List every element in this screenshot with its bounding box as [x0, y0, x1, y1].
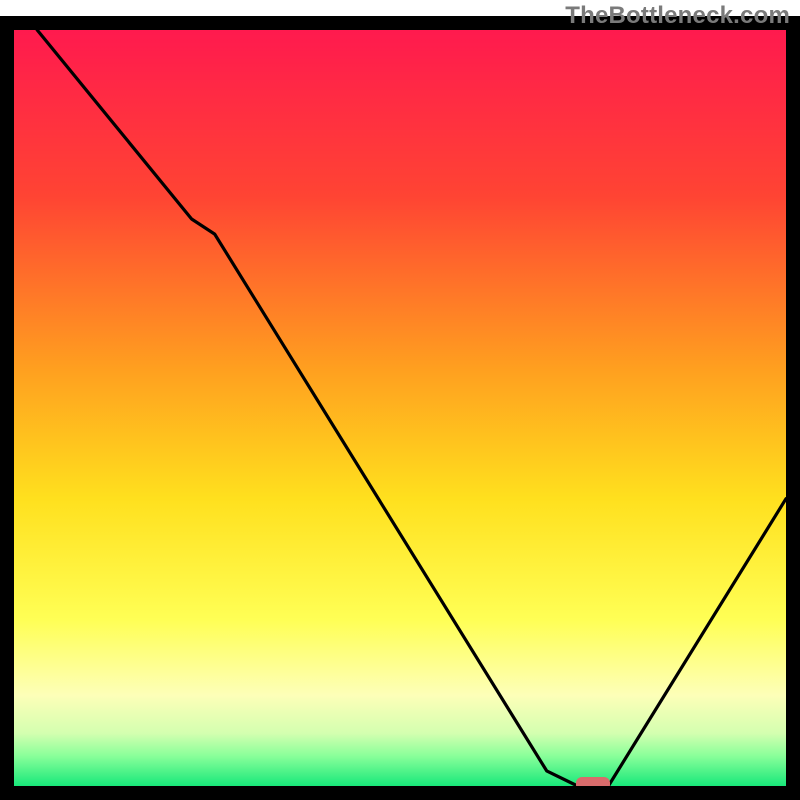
bottleneck-chart: TheBottleneck.com — [0, 0, 800, 800]
chart-svg — [0, 0, 800, 800]
watermark-text: TheBottleneck.com — [565, 2, 790, 30]
